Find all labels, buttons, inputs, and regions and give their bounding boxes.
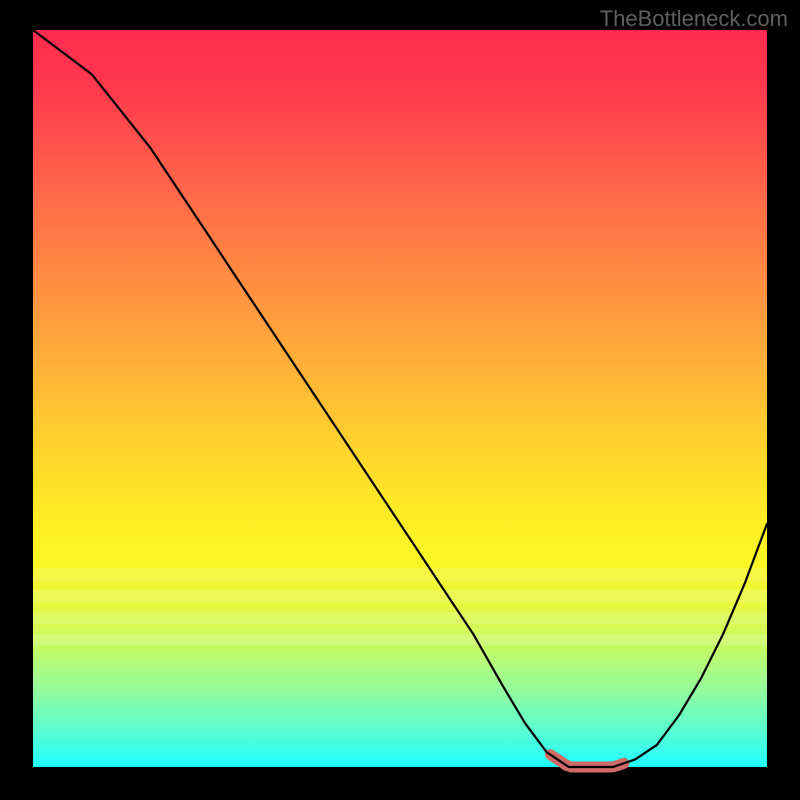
bottleneck-curve-line: [33, 30, 767, 767]
watermark-text: TheBottleneck.com: [600, 6, 788, 32]
chart-svg: [33, 30, 767, 767]
chart-plot-area: [33, 30, 767, 767]
